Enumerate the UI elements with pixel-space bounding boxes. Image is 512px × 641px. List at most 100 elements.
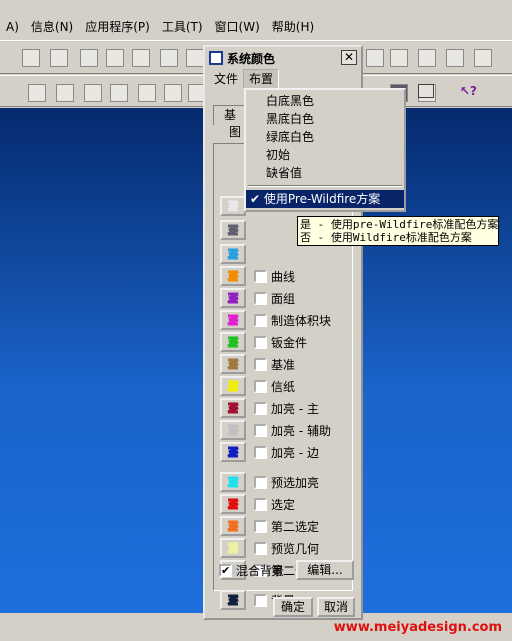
color-squiggle-icon	[227, 402, 239, 414]
color-row: 加亮 - 辅助	[220, 420, 331, 440]
color-row-label: 加亮 - 主	[271, 401, 319, 416]
color-row-label: 曲线	[271, 269, 296, 284]
menu-tools[interactable]: 工具(T)	[156, 17, 209, 37]
datum-point-icon[interactable]	[84, 84, 102, 102]
menu-file[interactable]: 文件	[209, 70, 243, 88]
blend-background-checkbox[interactable]: ✔	[219, 563, 232, 577]
color-row-checkbox[interactable]	[254, 269, 267, 283]
color-squiggle-icon	[227, 380, 239, 392]
checkmark-icon: ✔	[250, 192, 261, 206]
color-swatch-button[interactable]	[220, 332, 246, 352]
color-swatch-button[interactable]	[220, 354, 246, 374]
undo-icon[interactable]	[22, 49, 40, 67]
color-squiggle-icon	[227, 292, 239, 304]
color-swatch-button[interactable]	[220, 376, 246, 396]
dialog-menubar: 文件 布置	[205, 69, 361, 89]
menu-item-black-bg-white[interactable]: 黑底白色	[246, 110, 404, 128]
color-swatch-button[interactable]	[220, 310, 246, 330]
color-swatch-button[interactable]	[220, 420, 246, 440]
menu-layout[interactable]: 布置	[243, 69, 280, 89]
cancel-button[interactable]: 取消	[317, 597, 355, 617]
color-swatch-button[interactable]	[220, 494, 246, 514]
color-row-checkbox[interactable]	[254, 497, 267, 511]
annotation-icon[interactable]	[138, 84, 156, 102]
color-squiggle-icon	[227, 446, 239, 458]
color-row-label: 预选加亮	[271, 475, 320, 490]
color-row-label: 加亮 - 边	[271, 445, 319, 460]
menu-item-initial[interactable]: 初始	[246, 146, 404, 164]
menu-applications[interactable]: 应用程序(P)	[79, 17, 156, 37]
color-row-checkbox[interactable]	[254, 519, 267, 533]
menu-window[interactable]: 窗口(W)	[209, 17, 266, 37]
tab-graphics[interactable]: 图	[229, 123, 241, 141]
color-swatch-button[interactable]	[220, 266, 246, 286]
paste-icon[interactable]	[106, 49, 124, 67]
menu-info[interactable]: 信息(N)	[25, 17, 79, 37]
color-swatch-button[interactable]	[220, 196, 246, 216]
repaint-icon[interactable]	[418, 49, 436, 67]
color-swatch-button[interactable]	[220, 220, 246, 240]
close-icon[interactable]	[418, 84, 434, 98]
color-squiggle-icon	[227, 314, 239, 326]
color-row: 基准	[220, 354, 295, 374]
datum-axis-icon[interactable]	[56, 84, 74, 102]
color-swatch-button[interactable]	[220, 288, 246, 308]
watermark: www.meiyadesign.com	[333, 620, 502, 635]
color-swatch-button[interactable]	[220, 398, 246, 418]
menu-item-pre-wildfire[interactable]: ✔ 使用Pre-Wildfire方案	[246, 190, 404, 208]
edit-button[interactable]: 编辑...	[296, 560, 355, 580]
tab-basic[interactable]: 基	[213, 105, 248, 125]
color-row-checkbox[interactable]	[254, 541, 267, 555]
color-swatch-button[interactable]	[220, 442, 246, 462]
color-swatch-button[interactable]	[220, 472, 246, 492]
color-row: 面组	[220, 288, 295, 308]
orient-icon[interactable]	[446, 49, 464, 67]
color-row: 制造体积块	[220, 310, 331, 330]
menu-help[interactable]: 帮助(H)	[266, 17, 320, 37]
color-squiggle-icon	[227, 476, 239, 488]
dialog-titlebar[interactable]: 系统颜色 ✕	[205, 47, 361, 69]
regenerate-icon[interactable]	[160, 49, 178, 67]
tooltip: 是 - 使用pre-Wildfire标准配色方案 否 - 使用Wildfire标…	[297, 216, 499, 246]
color-swatch-button[interactable]	[220, 516, 246, 536]
saved-view-icon[interactable]	[474, 49, 492, 67]
color-row: 第二选定	[220, 516, 319, 536]
menu-item-green-bg-white[interactable]: 绿底白色	[246, 128, 404, 146]
color-row-checkbox[interactable]	[254, 401, 267, 415]
close-button[interactable]: ✕	[341, 50, 357, 65]
tool-icon[interactable]	[186, 49, 204, 67]
color-row-checkbox[interactable]	[254, 423, 267, 437]
color-row-label: 第二选定	[271, 519, 320, 534]
menu-item-default[interactable]: 缺省值	[246, 164, 404, 182]
menu-item-white-bg-black[interactable]: 白底黑色	[246, 92, 404, 110]
redo-icon[interactable]	[50, 49, 68, 67]
ok-button[interactable]: 确定	[273, 597, 313, 617]
color-row-checkbox[interactable]	[254, 475, 267, 489]
color-row-label: 面组	[271, 291, 296, 306]
menu-item-pre-wildfire-label: 使用Pre-Wildfire方案	[263, 192, 381, 206]
color-row-checkbox[interactable]	[254, 313, 267, 327]
color-row-label: 信纸	[271, 379, 296, 394]
color-swatch-button[interactable]	[220, 538, 246, 558]
color-row-checkbox[interactable]	[254, 593, 267, 607]
paste-special-icon[interactable]	[132, 49, 150, 67]
color-swatch-button[interactable]	[220, 590, 246, 610]
copy-icon[interactable]	[80, 49, 98, 67]
color-row-checkbox[interactable]	[254, 335, 267, 349]
color-row-checkbox[interactable]	[254, 379, 267, 393]
color-row: 钣金件	[220, 332, 307, 352]
color-row-checkbox[interactable]	[254, 291, 267, 305]
color-swatch-button[interactable]	[220, 244, 246, 264]
datum-plane-icon[interactable]	[28, 84, 46, 102]
tooltip-line-yes: 是 - 使用pre-Wildfire标准配色方案	[300, 218, 499, 231]
zoom-in-icon[interactable]	[366, 49, 384, 67]
menu-item-truncated[interactable]: A)	[0, 17, 25, 37]
color-row-checkbox[interactable]	[254, 445, 267, 459]
spin-center-icon[interactable]	[164, 84, 182, 102]
context-help-icon[interactable]: ↖?	[460, 84, 478, 102]
color-row-checkbox[interactable]	[254, 357, 267, 371]
coordinate-system-icon[interactable]	[110, 84, 128, 102]
zoom-fit-icon[interactable]	[390, 49, 408, 67]
color-row-label: 选定	[271, 497, 296, 512]
color-row: 选定	[220, 494, 295, 514]
